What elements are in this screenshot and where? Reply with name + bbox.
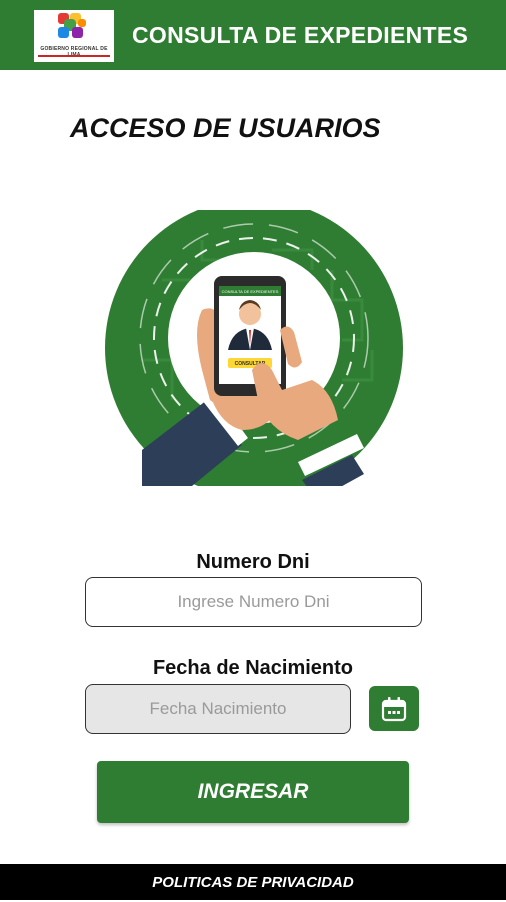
- gobierno-regional-logo: GOBIERNO REGIONAL DE LIMA: [34, 10, 114, 62]
- page-title: ACCESO DE USUARIOS: [70, 113, 381, 143]
- ingresar-button[interactable]: INGRESAR: [97, 761, 409, 823]
- dni-input[interactable]: [85, 577, 422, 627]
- fecha-nacimiento-label: Fecha de Nacimiento: [152, 657, 354, 679]
- app-title: CONSULTA DE EXPEDIENTES: [132, 22, 469, 48]
- app-header: GOBIERNO REGIONAL DE LIMA CONSULTA DE EX…: [0, 0, 506, 70]
- calendar-icon: [381, 697, 407, 722]
- calendar-button[interactable]: [369, 686, 419, 731]
- phone-header-text: CONSULTA DE EXPEDIENTES: [222, 289, 279, 294]
- fecha-nacimiento-input[interactable]: [85, 684, 351, 734]
- dni-label: Numero Dni: [196, 551, 310, 573]
- hero-illustration: CONSULTA DE EXPEDIENTES CONSULTAR: [105, 210, 403, 486]
- privacy-policy-link[interactable]: POLITICAS DE PRIVACIDAD: [0, 864, 506, 900]
